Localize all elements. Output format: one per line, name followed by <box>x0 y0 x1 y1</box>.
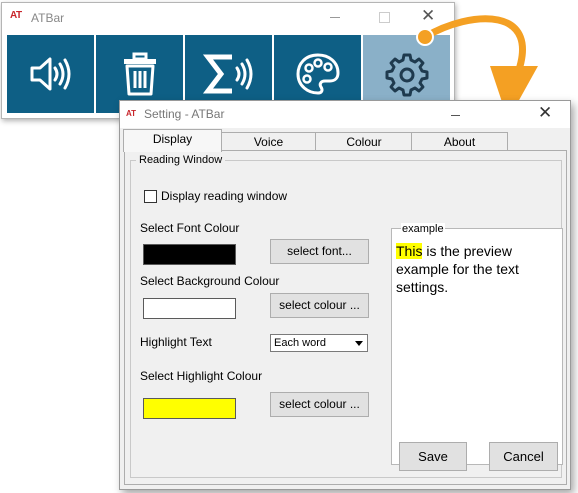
maximize-button[interactable] <box>379 12 390 23</box>
atbar-app-icon: AT <box>10 10 22 21</box>
reading-window-group-label: Reading Window <box>136 154 226 166</box>
highlight-mode-value: Each word <box>274 337 326 349</box>
dialog-title: Setting - ATBar <box>144 107 225 121</box>
gear-icon <box>385 53 428 97</box>
chevron-down-icon[interactable] <box>352 336 366 350</box>
select-font-button[interactable]: select font... <box>270 239 369 264</box>
font-colour-swatch <box>143 244 236 265</box>
background-colour-swatch <box>143 298 236 319</box>
cancel-button[interactable]: Cancel <box>489 442 558 471</box>
display-tab-page: Reading Window Display reading window Se… <box>124 150 567 485</box>
atbar-titlebar: AT ATBar ✕ <box>2 3 454 33</box>
tab-strip: Display Voice Colour About <box>120 129 570 152</box>
tab-about[interactable]: About <box>411 132 508 151</box>
example-highlighted-word: This <box>396 243 423 259</box>
display-reading-window-checkbox[interactable] <box>144 190 157 203</box>
highlight-text-label: Highlight Text <box>140 335 212 349</box>
tab-voice[interactable]: Voice <box>220 132 317 151</box>
sigma-speech-icon <box>202 54 252 94</box>
palette-icon <box>296 53 339 95</box>
example-text: This is the preview example for the text… <box>396 242 560 296</box>
tab-colour[interactable]: Colour <box>315 132 413 151</box>
example-label: example <box>401 223 445 235</box>
minimize-button[interactable] <box>330 17 340 18</box>
highlight-mode-select[interactable]: Each word <box>270 334 368 352</box>
highlight-colour-swatch <box>143 398 236 419</box>
close-button[interactable]: ✕ <box>421 6 435 26</box>
dialog-minimize-button[interactable] <box>451 115 460 116</box>
example-preview: example This is the preview example for … <box>391 223 563 465</box>
background-colour-label: Select Background Colour <box>140 274 280 288</box>
speaker-waves-icon <box>30 57 70 91</box>
example-header: example <box>392 223 562 241</box>
speak-tool-button[interactable] <box>7 35 94 113</box>
display-reading-window-label: Display reading window <box>161 189 288 203</box>
trash-icon <box>123 52 156 96</box>
select-highlight-colour-button[interactable]: select colour ... <box>270 392 369 417</box>
dialog-close-button[interactable]: ✕ <box>538 103 552 123</box>
atbar-window-title: ATBar <box>31 11 65 25</box>
highlight-colour-label: Select Highlight Colour <box>140 369 263 383</box>
dialog-titlebar: AT Setting - ATBar ✕ <box>120 101 570 128</box>
dialog-app-icon: AT <box>126 109 137 118</box>
tab-display[interactable]: Display <box>123 129 222 152</box>
select-background-colour-button[interactable]: select colour ... <box>270 293 369 318</box>
save-button[interactable]: Save <box>399 442 467 471</box>
font-colour-label: Select Font Colour <box>140 221 240 235</box>
settings-dialog: AT Setting - ATBar ✕ Display Voice Colou… <box>119 100 571 490</box>
